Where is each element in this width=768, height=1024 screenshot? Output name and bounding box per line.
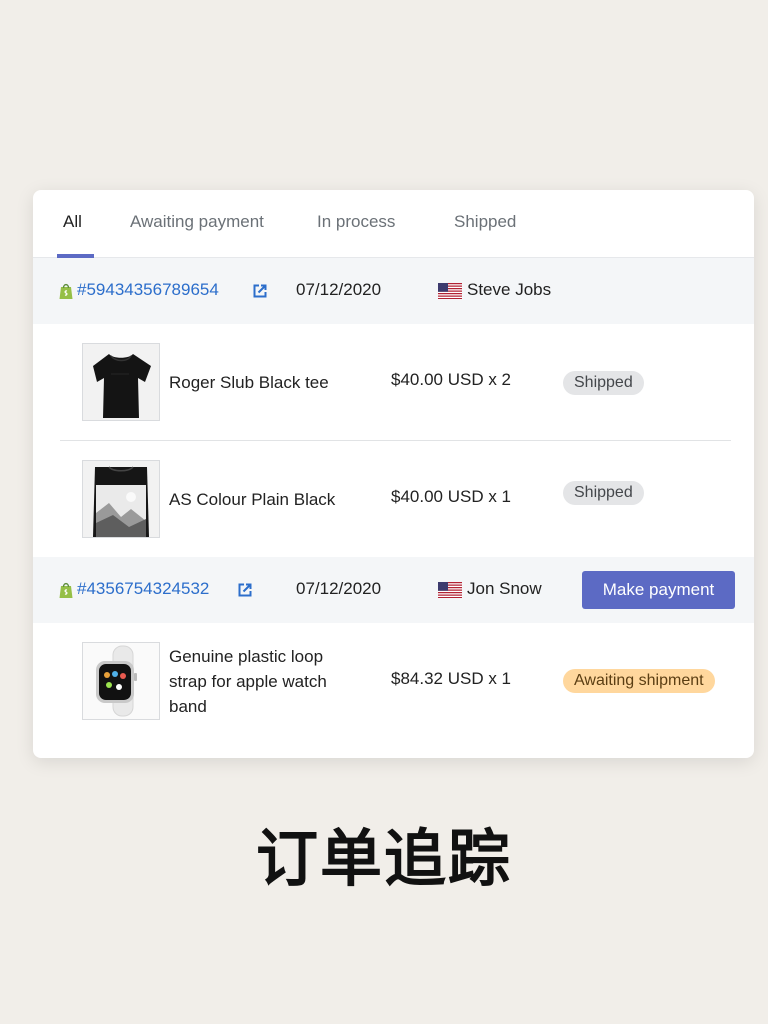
page-caption: 订单追踪 [255,822,512,895]
product-price: $40.00 USD x 1 [391,487,512,506]
us-flag-icon [438,283,462,299]
black-tshirt-image [83,344,159,420]
tab-shipped[interactable]: Shipped [454,212,516,232]
order-header: #59434356789654 07/12/2020 Steve Jobs [33,258,754,324]
status-badge: Shipped [563,481,644,505]
product-name: Genuine plastic loop strap for apple wat… [169,647,327,716]
status-badge: Shipped [563,371,644,395]
product-name: Roger Slub Black tee [169,373,329,392]
tab-awaiting-payment[interactable]: Awaiting payment [130,212,264,232]
product-thumbnail[interactable] [82,460,160,538]
tab-in-process[interactable]: In process [317,212,395,232]
us-flag-icon [438,582,462,598]
product-thumbnail[interactable] [82,642,160,720]
orders-card: All Awaiting payment In process Shipped … [33,190,754,758]
customer-name: Steve Jobs [467,280,552,299]
black-print-tshirt-image [83,461,159,537]
status-badge: Awaiting shipment [563,669,715,693]
order-number-link[interactable]: #4356754324532 [77,579,209,599]
external-link-icon[interactable] [253,284,267,298]
product-thumbnail[interactable] [82,343,160,421]
order-date: 07/12/2020 [296,579,382,598]
apple-watch-image [83,643,159,719]
product-price: $40.00 USD x 2 [391,370,512,389]
order-date: 07/12/2020 [296,280,382,299]
divider [60,440,731,441]
product-name: AS Colour Plain Black [169,490,336,509]
order-header: #4356754324532 07/12/2020 Jon Snow Make … [33,557,754,623]
make-payment-button[interactable]: Make payment [582,571,735,609]
status-tabs: All Awaiting payment In process Shipped [33,190,754,258]
customer-name: Jon Snow [467,579,542,598]
shopify-bag-icon [59,582,73,598]
external-link-icon[interactable] [238,583,252,597]
shopify-bag-icon [59,283,73,299]
tab-all[interactable]: All [63,212,82,232]
product-price: $84.32 USD x 1 [391,669,512,688]
order-number-link[interactable]: #59434356789654 [77,280,219,300]
